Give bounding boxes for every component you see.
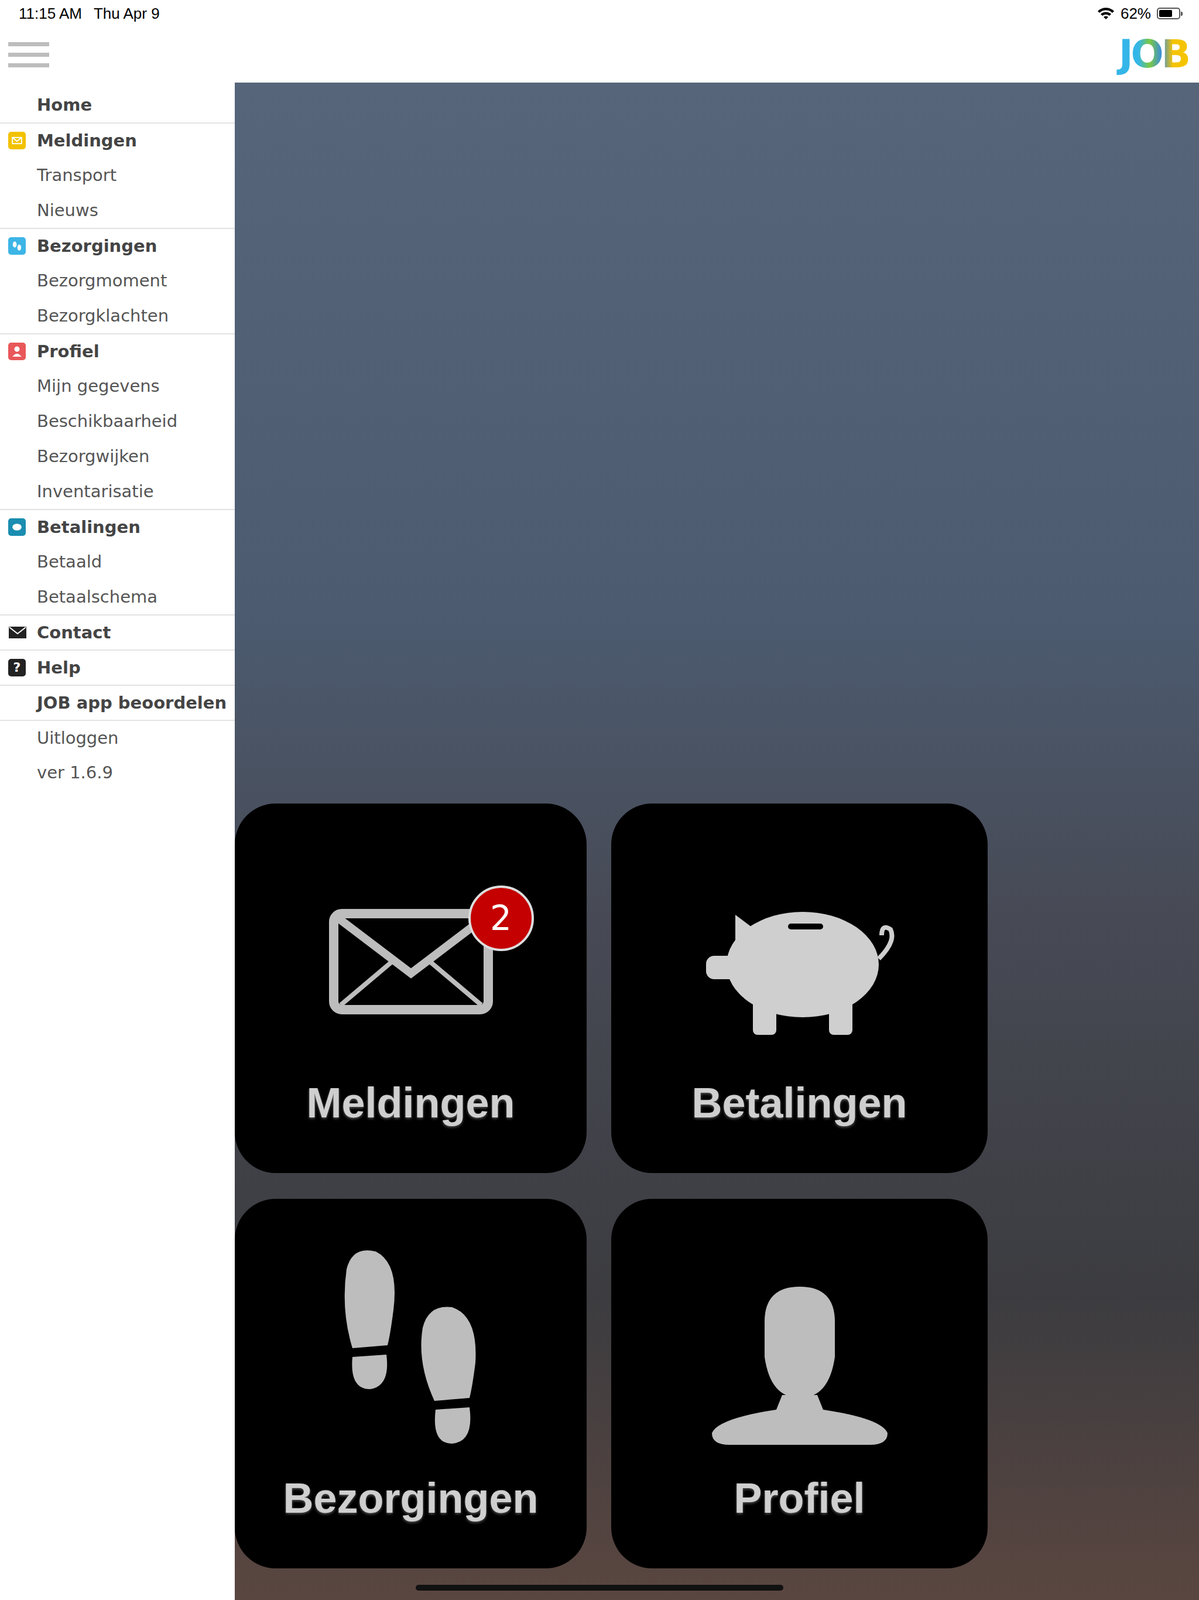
sidebar-item[interactable]: Contact — [0, 614, 235, 650]
sidebar-item[interactable]: ver 1.6.9 — [0, 754, 235, 790]
sidebar-item[interactable]: Mijn gegevens — [0, 368, 235, 404]
sidebar-item[interactable]: Betalingen — [0, 508, 235, 544]
mail-icon — [8, 131, 26, 150]
status-bar: 11:15 AM Thu Apr 9 62% — [0, 0, 1199, 27]
sidebar-item[interactable]: Betaald — [0, 543, 235, 580]
sidebar-item[interactable]: Nieuws — [0, 192, 235, 228]
tile[interactable]: Bezorgingen — [234, 1198, 587, 1568]
sidebar-item[interactable]: ?Help — [0, 649, 235, 685]
person-icon — [711, 1286, 888, 1445]
menu-button[interactable] — [8, 42, 50, 68]
help-icon: ? — [8, 658, 26, 677]
feet-icon — [8, 237, 26, 255]
sidebar-item[interactable]: Bezorgingen — [0, 227, 235, 263]
top-bar: 11:15 AM Thu Apr 9 62% JOB — [0, 0, 1199, 83]
status-date: Thu Apr 9 — [93, 4, 160, 23]
sidebar-item[interactable]: Profiel — [0, 333, 235, 369]
hamburger-icon — [8, 42, 50, 68]
job-logo[interactable]: JOB — [1115, 33, 1192, 77]
person-icon — [8, 342, 26, 361]
tile[interactable]: Betalingen — [611, 803, 988, 1173]
wifi-icon — [1097, 7, 1115, 20]
tile[interactable]: Profiel — [611, 1198, 988, 1568]
sidebar-item[interactable]: Bezorgklachten — [0, 297, 235, 334]
sidebar-item[interactable]: Bezorgwijken — [0, 438, 235, 474]
status-time: 11:15 AM — [18, 4, 82, 23]
envelope-icon — [8, 625, 27, 640]
envelope-icon — [329, 908, 493, 1014]
sidebar-item[interactable]: Bezorgmoment — [0, 262, 235, 298]
sidebar-item[interactable]: Transport — [0, 157, 235, 193]
hero-photo: 2MeldingenBetalingenBezorgingenProfiel — [234, 82, 1199, 1600]
screen: 11:15 AM Thu Apr 9 62% JOB HomeMeldingenTran… — [0, 0, 1199, 1600]
battery-icon — [1156, 7, 1181, 20]
sidebar-item[interactable]: JOB app beoordelen — [0, 684, 235, 720]
home-indicator — [415, 1584, 784, 1591]
sidebar: HomeMeldingenTransportNieuwsBezorgingenB… — [0, 82, 235, 1600]
battery-percent: 62% — [1120, 4, 1151, 23]
footprints-icon — [334, 1245, 488, 1445]
sidebar-item[interactable]: Home — [0, 87, 235, 123]
tile[interactable]: 2Meldingen — [234, 803, 587, 1173]
sidebar-item[interactable]: Betaalschema — [0, 579, 235, 615]
tile-grid: 2MeldingenBetalingenBezorgingenProfiel — [234, 803, 1199, 1568]
sidebar-item[interactable]: Beschikbaarheid — [0, 403, 235, 439]
coin-icon — [8, 518, 26, 536]
header: JOB — [0, 26, 1199, 83]
sidebar-item[interactable]: Meldingen — [0, 122, 235, 158]
notification-badge: 2 — [468, 885, 534, 951]
piggy-bank-icon — [694, 891, 906, 1038]
sidebar-item[interactable]: Uitloggen — [0, 719, 235, 755]
sidebar-item[interactable]: Inventarisatie — [0, 473, 235, 509]
